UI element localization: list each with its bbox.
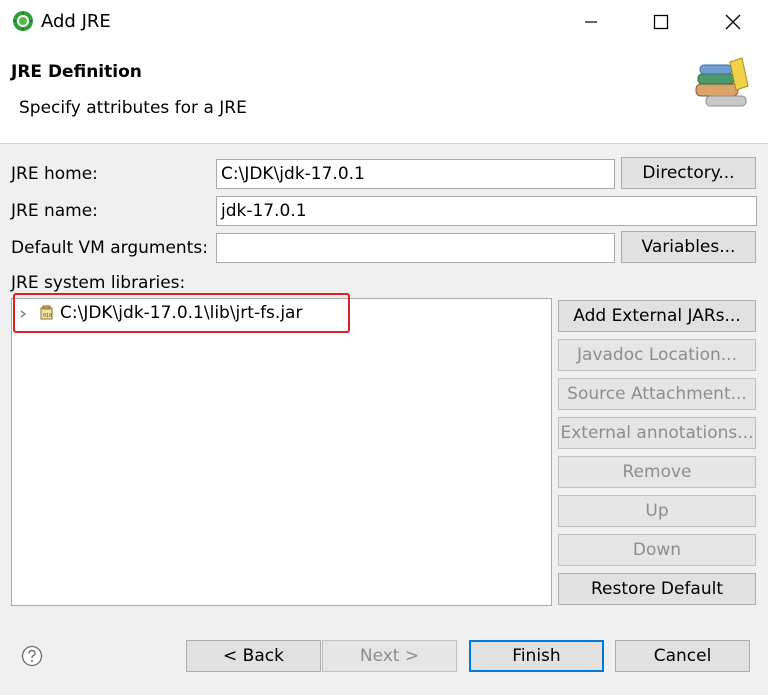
maximize-icon[interactable] — [638, 0, 684, 44]
finish-button[interactable]: Finish — [469, 640, 604, 672]
cancel-button[interactable]: Cancel — [615, 640, 750, 672]
remove-button[interactable]: Remove — [558, 456, 756, 488]
eclipse-icon — [12, 10, 34, 32]
library-tree[interactable] — [11, 298, 552, 606]
variables-button[interactable]: Variables... — [621, 231, 756, 263]
jre-home-input[interactable]: C:\JDK\jdk-17.0.1 — [216, 159, 615, 189]
jre-name-input[interactable]: jdk-17.0.1 — [216, 196, 757, 226]
add-external-jars-button[interactable]: Add External JARs... — [558, 300, 756, 332]
close-icon[interactable] — [710, 0, 756, 44]
library-books-icon — [692, 54, 752, 110]
external-annotations-button[interactable]: External annotations... — [558, 417, 756, 449]
restore-default-button[interactable]: Restore Default — [558, 573, 756, 605]
page-title: JRE Definition — [11, 62, 142, 82]
window-title: Add JRE — [41, 11, 111, 32]
page-description: Specify attributes for a JRE — [19, 98, 247, 118]
next-button[interactable]: Next > — [322, 640, 457, 672]
directory-button[interactable]: Directory... — [621, 157, 756, 189]
jre-name-label: JRE name: — [11, 201, 98, 221]
minimize-icon[interactable] — [568, 0, 614, 44]
vm-args-input[interactable] — [216, 233, 615, 263]
help-icon[interactable] — [21, 645, 43, 667]
libraries-label: JRE system libraries: — [11, 273, 186, 293]
down-button[interactable]: Down — [558, 534, 756, 566]
jre-home-label: JRE home: — [11, 164, 98, 184]
dialog-header — [0, 44, 768, 144]
highlight-box — [13, 293, 350, 333]
vm-args-label: Default VM arguments: — [11, 238, 208, 258]
up-button[interactable]: Up — [558, 495, 756, 527]
javadoc-location-button[interactable]: Javadoc Location... — [558, 339, 756, 371]
back-button[interactable]: < Back — [186, 640, 321, 672]
source-attachment-button[interactable]: Source Attachment... — [558, 378, 756, 410]
